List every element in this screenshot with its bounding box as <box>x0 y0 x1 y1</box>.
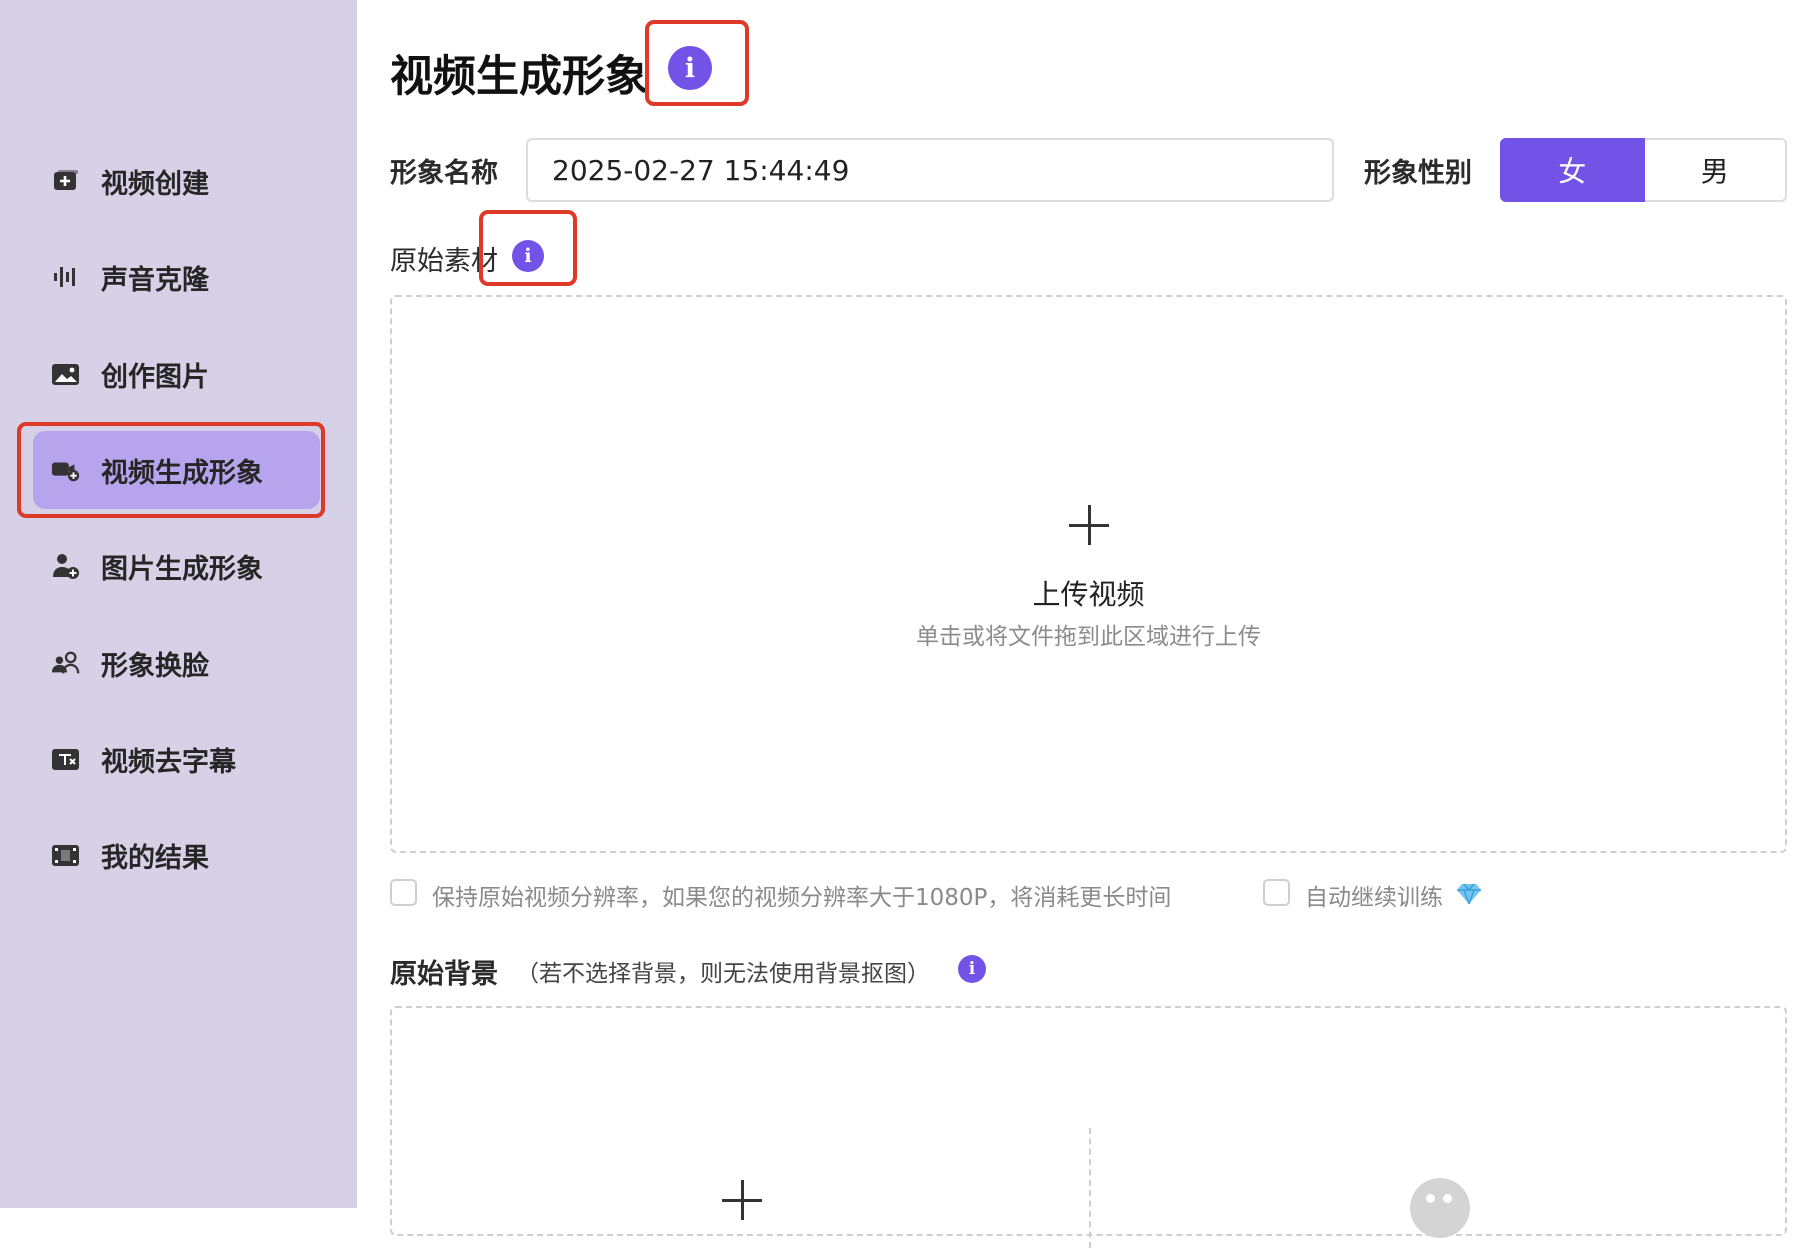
sidebar-item-label: 视频生成形象 <box>101 457 263 489</box>
avatar-name-input[interactable] <box>526 138 1334 202</box>
sidebar-item-label: 我的结果 <box>101 842 209 874</box>
sidebar-item-label: 形象换脸 <box>101 650 209 682</box>
page-title: 视频生成形象 <box>390 52 648 102</box>
sidebar-item-image-avatar[interactable]: 图片生成形象 <box>33 527 320 605</box>
sidebar: 视频创建 声音克隆 创作图片 视频生成形象 图片生成形象 形象换脸 视频去字幕 … <box>0 0 357 1208</box>
sidebar-item-label: 声音克隆 <box>101 264 209 296</box>
name-label: 形象名称 <box>390 158 498 189</box>
video-upload-dropzone[interactable]: 上传视频 单击或将文件拖到此区域进行上传 <box>390 295 1787 853</box>
auto-train-label[interactable]: 自动继续训练 <box>1305 878 1443 912</box>
auto-train-checkbox[interactable] <box>1263 879 1290 906</box>
background-label: 原始背景 <box>390 959 498 990</box>
title-info-icon[interactable]: i <box>668 46 712 90</box>
sidebar-item-remove-subtitle[interactable]: 视频去字幕 <box>33 720 320 798</box>
video-camera-add-icon <box>51 455 81 485</box>
sidebar-item-label: 创作图片 <box>101 361 209 393</box>
background-upload-area[interactable] <box>390 1006 1787 1248</box>
sidebar-item-label: 图片生成形象 <box>101 553 263 585</box>
keep-resolution-checkbox[interactable] <box>390 879 417 906</box>
upload-title: 上传视频 <box>1032 578 1145 611</box>
user-add-icon <box>51 551 81 581</box>
background-info-icon[interactable]: i <box>958 955 986 983</box>
source-info-icon[interactable]: i <box>512 240 544 272</box>
gender-toggle: 女 男 <box>1500 138 1787 202</box>
sidebar-item-voice-clone[interactable]: 声音克隆 <box>33 238 320 316</box>
background-note: （若不选择背景，则无法使用背景抠图） <box>516 961 930 987</box>
gender-label: 形象性别 <box>1364 158 1472 189</box>
sidebar-item-create-image[interactable]: 创作图片 <box>33 335 320 413</box>
background-divider <box>1089 1128 1091 1248</box>
sidebar-item-label: 视频去字幕 <box>101 746 236 778</box>
diamond-icon <box>1455 882 1483 910</box>
sidebar-item-my-results[interactable]: 我的结果 <box>33 816 320 894</box>
plus-icon <box>1068 505 1109 545</box>
background-placeholder-icon <box>1410 1178 1470 1238</box>
keep-resolution-label[interactable]: 保持原始视频分辨率，如果您的视频分辨率大于1080P，将消耗更长时间 <box>432 878 1171 912</box>
face-swap-icon <box>51 648 81 678</box>
subtitle-remove-icon <box>51 744 81 774</box>
image-icon <box>51 359 81 389</box>
audio-wave-icon <box>51 262 81 292</box>
film-results-icon <box>51 840 81 870</box>
gender-male-button[interactable]: 男 <box>1644 138 1787 202</box>
plus-icon[interactable] <box>722 1180 762 1220</box>
sidebar-item-face-swap[interactable]: 形象换脸 <box>33 624 320 702</box>
sidebar-item-video-avatar[interactable]: 视频生成形象 <box>33 431 320 509</box>
upload-hint: 单击或将文件拖到此区域进行上传 <box>916 624 1261 650</box>
video-add-icon <box>51 166 81 196</box>
sidebar-item-label: 视频创建 <box>101 168 209 200</box>
source-label: 原始素材 <box>390 246 498 277</box>
sidebar-item-video-create[interactable]: 视频创建 <box>33 142 320 220</box>
gender-female-button[interactable]: 女 <box>1500 138 1645 202</box>
